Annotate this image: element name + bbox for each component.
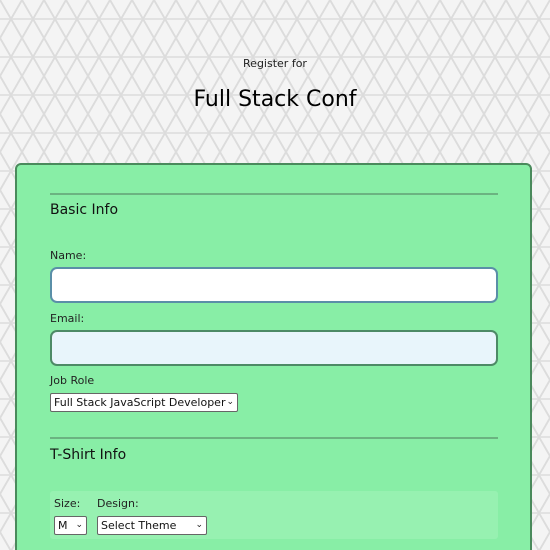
name-label: Name: bbox=[50, 249, 87, 262]
design-select[interactable]: Select Theme ⌄ bbox=[97, 516, 207, 535]
chevron-down-icon: ⌄ bbox=[226, 397, 234, 407]
register-for-text: Register for bbox=[243, 57, 307, 70]
basic-info-title: Basic Info bbox=[50, 202, 119, 218]
size-label: Size: bbox=[54, 497, 81, 510]
conference-title: Full Stack Conf bbox=[193, 87, 357, 112]
job-role-select[interactable]: Full Stack JavaScript Developer ⌄ bbox=[50, 393, 238, 412]
job-role-selected-value: Full Stack JavaScript Developer bbox=[54, 396, 226, 409]
job-role-label: Job Role bbox=[50, 374, 95, 387]
section-divider bbox=[50, 437, 498, 439]
email-label: Email: bbox=[50, 312, 85, 325]
registration-form: Basic Info Name: Email: Job Role Full St… bbox=[15, 163, 532, 550]
size-selected-value: M bbox=[58, 519, 68, 532]
tshirt-options-box: Size: Design: M ⌄ Select Theme ⌄ bbox=[50, 491, 498, 539]
section-divider bbox=[50, 193, 498, 195]
tshirt-info-title: T-Shirt Info bbox=[50, 447, 127, 463]
name-input[interactable] bbox=[50, 267, 498, 303]
chevron-down-icon: ⌄ bbox=[195, 520, 203, 530]
chevron-down-icon: ⌄ bbox=[75, 520, 83, 530]
size-select[interactable]: M ⌄ bbox=[54, 516, 87, 535]
design-label: Design: bbox=[97, 497, 139, 510]
design-selected-value: Select Theme bbox=[101, 519, 177, 532]
email-input[interactable] bbox=[50, 330, 498, 366]
